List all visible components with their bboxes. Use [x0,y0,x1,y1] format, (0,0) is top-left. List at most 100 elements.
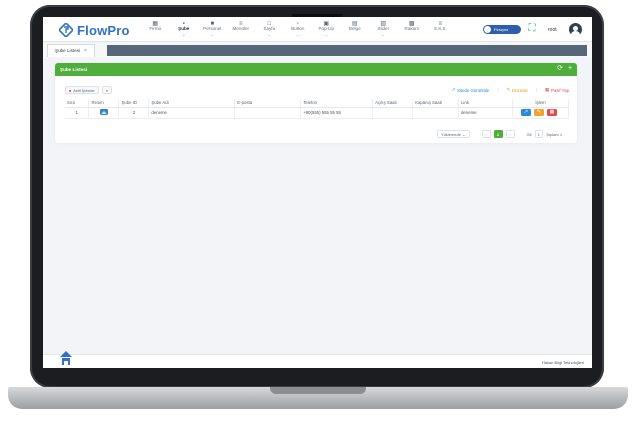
nav-item-popup[interactable]: ▣ Pop-Up ⌄ [312,21,341,37]
tab-bar: Şube Listesi × [43,43,592,58]
user-avatar-icon[interactable] [569,23,582,36]
column-header[interactable]: Link [458,99,513,108]
chevron-down-icon: ⌄ [182,31,186,37]
active-branches-filter[interactable]: ■ Aktif Şubeler [65,86,99,94]
nav-label: Slider [377,26,390,31]
flowpro-toggle[interactable]: Flowpro [483,25,521,34]
add-icon[interactable]: + [566,65,574,73]
cell-kapanis [412,107,460,119]
nav-item-menuler[interactable]: ≡ Menüler [227,21,256,37]
nav-item-personel[interactable]: ■ Personel ⌄ [198,21,227,37]
page-size-select[interactable]: Yüklemede ⌄ [437,130,470,138]
column-header[interactable]: Telefon [300,99,374,108]
refresh-icon[interactable]: ⟳ [556,65,564,73]
column-header[interactable]: Kapanış Saati [412,99,460,108]
column-header[interactable]: Resim [88,99,120,108]
prev-page-button[interactable]: ‹ [481,130,491,138]
chevron-down-icon: ⌄ [324,31,328,37]
goto-label: Git [526,131,532,137]
pencil-icon: ✎ [506,87,511,92]
column-header: İşlem [512,99,570,108]
nav-label: Sayfa [263,26,276,31]
nav-label: Belge [348,26,361,31]
nav-item-belge[interactable]: ▤ Belge [341,21,370,37]
nav-label: Menüler [232,26,250,31]
external-link-icon: ↗ [523,109,529,115]
goto-page-input[interactable]: 1 [534,130,543,138]
table-row[interactable]: 1 2 deneme +90(555) 555 55 55 deneme ↗ ✎ ▦ [65,107,570,119]
deactivate-button[interactable]: ▦ Pasif Yap [545,87,569,93]
nav-item-sube[interactable]: ▪ Şube ⌄ [170,21,199,37]
home-icon[interactable] [60,351,72,367]
nav-item-button[interactable]: ▫ Button ⌄ [284,21,313,37]
laptop-base-groove [270,387,366,394]
chevron-down-icon: ⌄ [210,31,214,37]
chevron-down-icon: ⌄ [267,31,271,37]
column-header[interactable]: Açılış Saati [372,99,414,108]
toggle-label: Flowpro [494,27,509,32]
filter-row: ■ Aktif Şubeler × [65,86,113,94]
nav-label: S.S.S. [433,26,447,31]
next-page-button[interactable]: › [505,130,515,138]
chevron-right-icon: › [509,132,511,137]
branch-list-card: Şube Listesi ⟳ + ■ Aktif Şubeler × ↗ Sited… [55,63,577,143]
clear-filter-button[interactable]: × [101,86,113,94]
image-icon[interactable] [99,109,108,115]
column-header[interactable]: Şube Adı [148,99,236,108]
tab-strip [107,45,587,56]
logo-diamond-icon [59,23,73,37]
cell-resim [88,107,120,119]
app-screen: FlowPro ▦ Firma ▪ Şube ⌄ ■ Personel ⌄ ≡ Menüle… [43,17,592,368]
cell-sube-id: 2 [118,107,150,119]
user-name[interactable]: root [548,27,557,33]
cell-sira: 1 [65,107,90,119]
card-title: Şube Listesi [60,67,88,72]
column-header[interactable]: Şube ID [118,99,150,108]
edit-row-button[interactable]: ✎ [533,109,544,116]
nav-item-rakam[interactable]: ▩ Rakam [398,21,427,37]
cell-telefon: +90(555) 555 55 55 [300,107,374,119]
nav-item-slider[interactable]: ▧ Slider ⌄ [369,21,398,37]
trash-icon: ▦ [549,109,555,115]
edit-button[interactable]: ✎ Düzenle [506,87,527,93]
column-header[interactable]: Sıra [65,99,90,108]
cell-eposta [234,107,302,119]
page-size-label: Yüklemede [441,132,462,137]
delete-row-button[interactable]: ▦ [546,109,557,116]
nav-label: Rakam [404,26,420,31]
chevron-down-icon: ⌄ [462,132,466,137]
view-row-button[interactable]: ↗ [520,109,531,116]
cell-islem: ↗ ✎ ▦ [512,107,570,119]
cell-link: deneme [458,107,513,119]
logo-text: FlowPro [77,22,130,38]
view-on-site-label: Sitede Görüntüle [457,87,490,93]
close-icon[interactable]: × [84,45,87,57]
nav-label: Button [291,26,305,31]
column-header[interactable]: E-posta [234,99,302,108]
external-link-icon: ↗ [451,87,456,92]
page-button-current[interactable]: 1 [493,130,503,138]
chevron-down-icon: ⌄ [296,31,300,37]
fullscreen-icon[interactable]: ⛶ [527,24,537,34]
toggle-knob [484,26,491,33]
filter-icon: ■ [69,89,72,93]
nav-item-firma[interactable]: ▦ Firma [141,21,170,37]
cell-sube-adi: deneme [148,107,236,119]
nav-item-sayfa[interactable]: □ Sayfa ⌄ [255,21,284,37]
card-header: Şube Listesi ⟳ + [55,63,577,76]
close-icon: × [105,89,109,93]
footer-bar: Hakan Bilgi Teknolojileri [43,351,592,368]
nav-item-sss[interactable]: ≡ S.S.S. [426,21,455,37]
chevron-left-icon: ‹ [485,132,487,137]
branch-table: Sıra Resim Şube ID Şube Adı E-posta Tele… [65,99,570,119]
main-nav: ▦ Firma ▪ Şube ⌄ ■ Personel ⌄ ≡ Menüler □ Sayfa… [141,21,455,37]
logo[interactable]: FlowPro [59,22,130,38]
view-on-site-button[interactable]: ↗ Sitede Görüntüle [451,87,489,93]
top-navbar: FlowPro ▦ Firma ▪ Şube ⌄ ■ Personel ⌄ ≡ Menüle… [43,17,592,42]
nav-label: Şube [178,26,190,31]
filter-label: Aktif Şubeler [73,89,95,93]
tab-sube-listesi[interactable]: Şube Listesi × [47,44,95,57]
trash-icon: ▦ [544,87,549,92]
edit-label: Düzenle [512,87,528,93]
cell-acilis [372,107,414,119]
